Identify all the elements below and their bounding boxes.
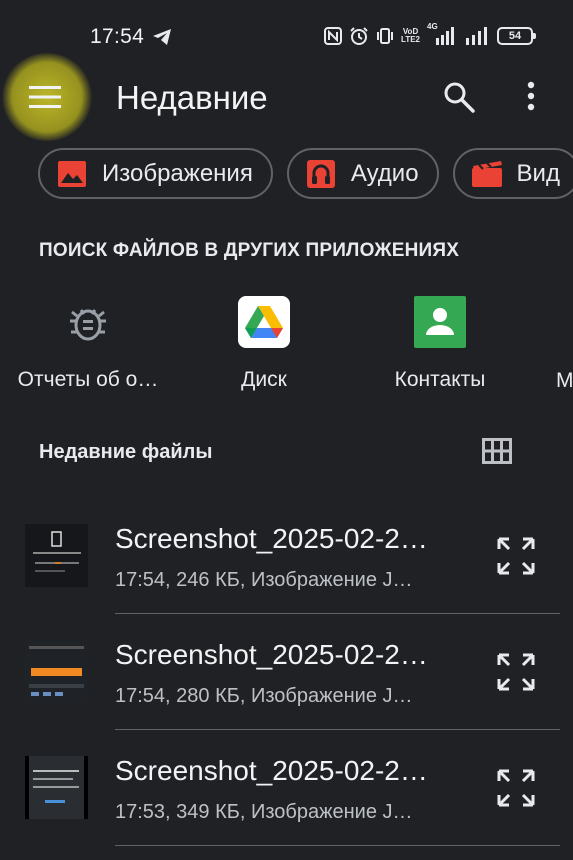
file-name: Screenshot_2025-02-2… [115, 523, 428, 554]
expand-preview-icon[interactable] [496, 768, 536, 808]
menu-icon[interactable] [28, 85, 62, 109]
expand-preview-icon[interactable] [496, 536, 536, 576]
app-bug-reports[interactable]: Отчеты об о… [13, 296, 163, 392]
app-contacts[interactable]: Контакты [365, 296, 515, 392]
file-meta: 17:53, 349 КБ, Изображение J… [115, 801, 413, 823]
app-drive[interactable]: Диск [189, 296, 339, 392]
status-bar: 17:54 VoD LTE2 4G 54 [0, 0, 573, 72]
bug-icon [62, 296, 114, 348]
chip-label: Аудио [350, 159, 419, 187]
signal-strength-icon: 4G [427, 23, 457, 46]
drive-icon [238, 296, 290, 348]
row-divider [115, 845, 560, 846]
headphones-icon [305, 158, 337, 190]
signal-strength-2-icon [466, 27, 487, 45]
file-thumbnail [25, 524, 88, 587]
app-partial[interactable]: М [556, 369, 573, 393]
status-time: 17:54 [90, 25, 145, 48]
chip-video[interactable]: Вид [452, 148, 573, 199]
alarm-icon [350, 27, 368, 45]
grid-view-icon[interactable] [482, 438, 512, 464]
chip-label: Изображения [102, 159, 253, 187]
file-thumbnail [25, 756, 88, 819]
chip-label: Вид [516, 159, 560, 187]
file-row[interactable]: Screenshot_2025-02-2… 17:53, 349 КБ, Изо… [0, 730, 573, 846]
filter-chips: Изображения Аудио Вид [38, 148, 573, 199]
nfc-icon [324, 27, 343, 45]
file-meta: 17:54, 280 КБ, Изображение J… [115, 685, 413, 707]
status-icons: VoD LTE2 4G 54 [324, 23, 536, 46]
vibrate-icon [377, 28, 394, 44]
telegram-icon [153, 29, 171, 45]
battery-icon: 54 [497, 27, 536, 45]
expand-preview-icon[interactable] [496, 652, 536, 692]
page-title: Недавние [116, 79, 268, 116]
contacts-icon [414, 296, 466, 348]
file-thumbnail [25, 640, 88, 703]
recent-files-title: Недавние файлы [39, 441, 213, 463]
chip-audio[interactable]: Аудио [286, 148, 439, 199]
file-row[interactable]: Screenshot_2025-02-2… 17:54, 246 КБ, Изо… [0, 498, 573, 614]
chip-images[interactable]: Изображения [38, 148, 273, 199]
file-meta: 17:54, 246 КБ, Изображение J… [115, 569, 413, 591]
image-icon [56, 158, 88, 190]
search-icon[interactable] [442, 80, 476, 114]
video-icon [471, 158, 503, 190]
network-type-labels: VoD LTE2 [401, 27, 420, 44]
file-name: Screenshot_2025-02-2… [115, 755, 428, 786]
file-row[interactable]: Screenshot_2025-02-2… 17:54, 280 КБ, Изо… [0, 614, 573, 730]
other-apps-heading: ПОИСК ФАЙЛОВ В ДРУГИХ ПРИЛОЖЕНИЯХ [39, 240, 460, 261]
file-name: Screenshot_2025-02-2… [115, 639, 428, 670]
more-vert-icon[interactable] [520, 80, 542, 114]
